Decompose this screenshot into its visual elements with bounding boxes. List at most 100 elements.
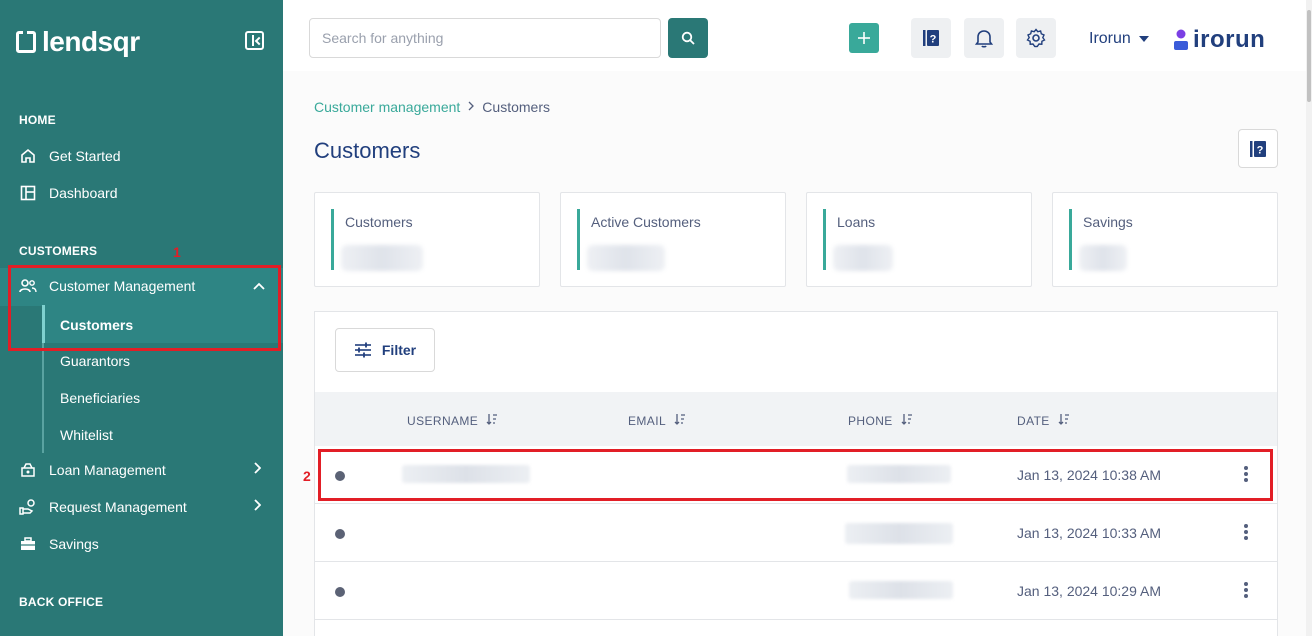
stat-value-redacted bbox=[341, 245, 423, 271]
notifications-button[interactable] bbox=[964, 18, 1004, 58]
row-divider bbox=[315, 619, 1277, 620]
filter-button[interactable]: Filter bbox=[335, 328, 435, 372]
breadcrumb-current: Customers bbox=[482, 99, 550, 115]
user-name: Irorun bbox=[1089, 30, 1131, 47]
annotation-box-2 bbox=[318, 449, 1273, 501]
column-label: DATE bbox=[1017, 413, 1050, 428]
bell-icon bbox=[975, 30, 993, 48]
loan-icon bbox=[19, 461, 37, 479]
sort-icon[interactable] bbox=[674, 413, 686, 428]
scrollbar-thumb[interactable] bbox=[1307, 10, 1311, 102]
chevron-right-icon bbox=[253, 461, 262, 479]
dashboard-icon bbox=[19, 184, 37, 202]
filter-label: Filter bbox=[381, 342, 417, 358]
chevron-right-icon bbox=[468, 100, 475, 114]
sidebar-item-label: Loan Management bbox=[49, 462, 166, 478]
row-date: Jan 13, 2024 10:29 AM bbox=[1017, 583, 1161, 599]
lendsqr-logo-icon bbox=[16, 31, 36, 53]
sort-icon[interactable] bbox=[1058, 413, 1070, 428]
section-customers: CUSTOMERS bbox=[19, 244, 98, 258]
sidebar-item-label: Request Management bbox=[49, 499, 187, 515]
topbar: ? Irorun irorun bbox=[283, 0, 1312, 71]
stat-card-customers: Customers bbox=[314, 192, 540, 287]
column-label: USERNAME bbox=[407, 413, 479, 428]
row-date: Jan 13, 2024 10:33 AM bbox=[1017, 525, 1161, 541]
collapse-sidebar-icon[interactable] bbox=[245, 31, 264, 50]
sidebar-item-get-started[interactable]: Get Started bbox=[19, 145, 121, 167]
home-icon bbox=[19, 147, 37, 165]
row-actions-menu-icon[interactable] bbox=[1244, 582, 1248, 598]
stat-value-redacted bbox=[1079, 245, 1127, 271]
help-book-icon: ? bbox=[923, 30, 939, 46]
section-back-office: BACK OFFICE bbox=[19, 595, 104, 609]
organization-logo: irorun bbox=[1173, 26, 1265, 54]
search-input[interactable] bbox=[309, 18, 661, 58]
sidebar-subitem-whitelist[interactable]: Whitelist bbox=[60, 427, 113, 443]
row-actions-menu-icon[interactable] bbox=[1244, 524, 1248, 540]
stat-value-redacted bbox=[587, 245, 665, 271]
column-header-username[interactable]: USERNAME bbox=[407, 413, 498, 428]
column-header-phone[interactable]: PHONE bbox=[848, 413, 913, 428]
annotation-box-1 bbox=[8, 265, 281, 351]
stat-card-loans: Loans bbox=[806, 192, 1032, 287]
phone-redacted bbox=[845, 523, 953, 544]
logo-text: lendsqr bbox=[42, 26, 140, 57]
stat-value-redacted bbox=[833, 245, 893, 271]
stat-card-savings: Savings bbox=[1052, 192, 1278, 287]
sidebar-item-request-management[interactable]: Request Management bbox=[19, 496, 262, 518]
svg-text:?: ? bbox=[930, 34, 937, 46]
status-dot bbox=[335, 587, 345, 597]
org-logo-text: irorun bbox=[1193, 26, 1266, 53]
svg-text:?: ? bbox=[1257, 144, 1264, 156]
sidebar-item-savings[interactable]: Savings bbox=[19, 533, 99, 555]
search-button[interactable] bbox=[668, 18, 708, 58]
sidebar-item-loan-management[interactable]: Loan Management bbox=[19, 459, 262, 481]
stat-label: Customers bbox=[345, 214, 413, 230]
stat-accent-bar bbox=[823, 209, 826, 270]
sidebar-item-label: Savings bbox=[49, 536, 99, 552]
sort-icon[interactable] bbox=[901, 413, 913, 428]
sidebar-item-label: Get Started bbox=[49, 148, 121, 164]
stat-accent-bar bbox=[577, 209, 580, 270]
stat-card-active-customers: Active Customers bbox=[560, 192, 786, 287]
lendsqr-logo[interactable]: lendsqr bbox=[16, 26, 140, 58]
column-label: PHONE bbox=[848, 413, 893, 428]
sidebar-subitem-beneficiaries[interactable]: Beneficiaries bbox=[60, 390, 140, 406]
user-menu[interactable]: Irorun bbox=[1089, 30, 1149, 48]
page-help-button[interactable]: ? bbox=[1238, 129, 1278, 168]
row-divider bbox=[315, 561, 1277, 562]
breadcrumb: Customer management Customers bbox=[314, 99, 550, 115]
stat-accent-bar bbox=[331, 209, 334, 270]
sort-icon[interactable] bbox=[486, 413, 498, 428]
column-label: EMAIL bbox=[628, 413, 667, 428]
filter-sliders-icon bbox=[354, 342, 371, 358]
search-icon bbox=[681, 31, 695, 45]
annotation-number-1: 1 bbox=[173, 244, 181, 260]
page-title: Customers bbox=[314, 138, 421, 163]
breadcrumb-parent-link[interactable]: Customer management bbox=[314, 99, 460, 115]
add-button[interactable] bbox=[849, 23, 879, 53]
row-divider bbox=[315, 503, 1277, 504]
briefcase-icon bbox=[19, 535, 37, 553]
caret-down-icon bbox=[1138, 36, 1149, 42]
help-book-icon: ? bbox=[1250, 140, 1266, 157]
help-guide-button[interactable]: ? bbox=[911, 18, 951, 58]
submenu-guide-line bbox=[42, 343, 44, 453]
stat-accent-bar bbox=[1069, 209, 1072, 270]
annotation-number-2: 2 bbox=[303, 468, 311, 484]
column-header-date[interactable]: DATE bbox=[1017, 413, 1070, 428]
sidebar-item-dashboard[interactable]: Dashboard bbox=[19, 182, 118, 204]
stat-label: Loans bbox=[837, 214, 876, 230]
section-home: HOME bbox=[19, 113, 56, 127]
stat-label: Active Customers bbox=[591, 214, 701, 230]
column-header-email[interactable]: EMAIL bbox=[628, 413, 686, 428]
sidebar-item-label: Dashboard bbox=[49, 185, 118, 201]
settings-button[interactable] bbox=[1016, 18, 1056, 58]
status-dot bbox=[335, 529, 345, 539]
gear-icon bbox=[1026, 28, 1046, 48]
request-icon bbox=[19, 498, 37, 516]
stat-label: Savings bbox=[1083, 214, 1133, 230]
sidebar-subitem-guarantors[interactable]: Guarantors bbox=[60, 353, 130, 369]
phone-redacted bbox=[849, 581, 953, 599]
plus-icon bbox=[858, 32, 870, 44]
